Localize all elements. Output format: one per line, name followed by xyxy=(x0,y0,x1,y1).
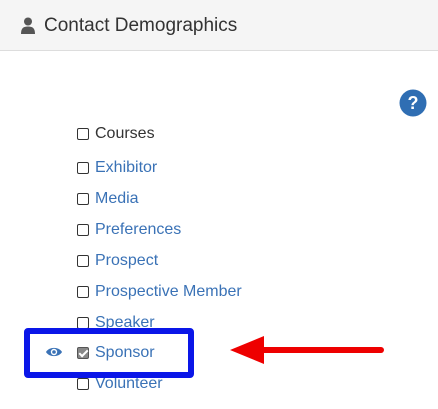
checkbox-label[interactable]: Media xyxy=(95,190,139,208)
checkbox-label[interactable]: Exhibitor xyxy=(95,159,157,177)
user-icon xyxy=(21,17,35,34)
checkbox-label[interactable]: Prospect xyxy=(95,252,158,270)
checkbox[interactable] xyxy=(77,255,89,267)
checkbox[interactable] xyxy=(77,286,89,298)
checkbox-item-media[interactable]: Media xyxy=(77,188,139,210)
arrow-left-annotation xyxy=(230,336,384,364)
checkbox-label[interactable]: Prospective Member xyxy=(95,283,242,301)
panel-title: Contact Demographics xyxy=(44,15,238,36)
checkbox-item-preferences[interactable]: Preferences xyxy=(77,219,181,241)
checkbox[interactable] xyxy=(77,128,89,140)
checkbox[interactable] xyxy=(77,162,89,174)
checkbox-item-exhibitor[interactable]: Exhibitor xyxy=(77,157,157,179)
checkbox-item-courses[interactable]: Courses xyxy=(77,123,155,145)
highlight-box xyxy=(24,328,194,378)
question-circle-icon[interactable]: ? xyxy=(399,89,427,117)
checkbox-item-prospect[interactable]: Prospect xyxy=(77,250,158,272)
checkbox[interactable] xyxy=(77,193,89,205)
panel-header: Contact Demographics xyxy=(0,0,438,51)
checkbox[interactable] xyxy=(77,224,89,236)
svg-text:?: ? xyxy=(408,93,419,113)
checkbox-label: Courses xyxy=(95,125,155,142)
checkbox[interactable] xyxy=(77,378,89,390)
checkbox-label[interactable]: Preferences xyxy=(95,221,181,239)
checkbox-item-prospective-member[interactable]: Prospective Member xyxy=(77,281,242,303)
